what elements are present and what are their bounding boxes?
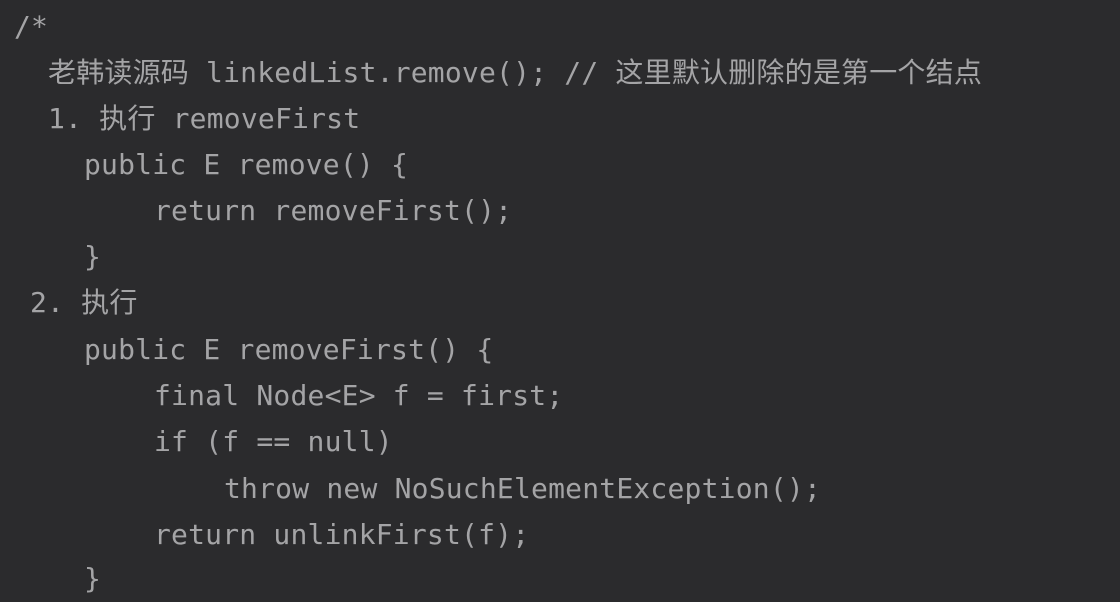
code-line: public E removeFirst() { (84, 333, 494, 366)
code-line: 老韩读源码 linkedList.remove(); // 这里默认删除的是第一… (48, 56, 983, 89)
code-line: return removeFirst(); (154, 194, 513, 227)
code-line: 1. 执行 removeFirst (48, 102, 361, 135)
code-line: } (84, 240, 102, 273)
code-line: if (f == null) (154, 425, 393, 458)
code-editor[interactable]: /* 老韩读源码 linkedList.remove(); // 这里默认删除的… (0, 0, 1120, 598)
code-line: /* (14, 10, 49, 43)
code-line: final Node<E> f = first; (154, 379, 564, 412)
code-line: public E remove() { (84, 148, 409, 181)
code-line: } (84, 562, 102, 595)
code-line: return unlinkFirst(f); (154, 518, 530, 551)
code-line: throw new NoSuchElementException(); (224, 472, 822, 505)
code-line: 2. 执行 (30, 286, 138, 319)
